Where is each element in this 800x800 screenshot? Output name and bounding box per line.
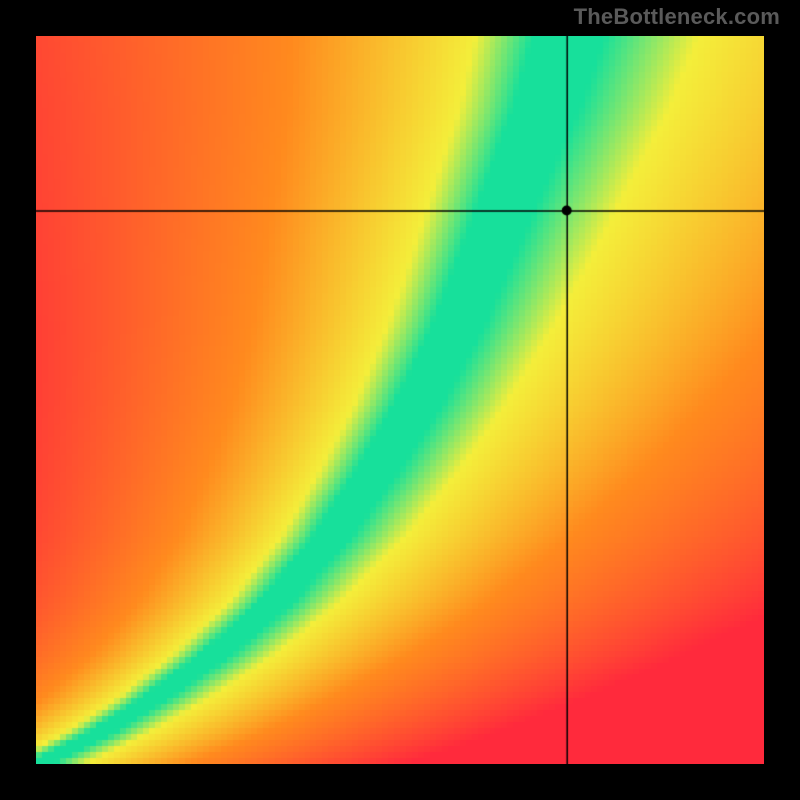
chart-container: TheBottleneck.com: [0, 0, 800, 800]
heatmap-canvas: [36, 36, 764, 764]
watermark-text: TheBottleneck.com: [574, 4, 780, 30]
